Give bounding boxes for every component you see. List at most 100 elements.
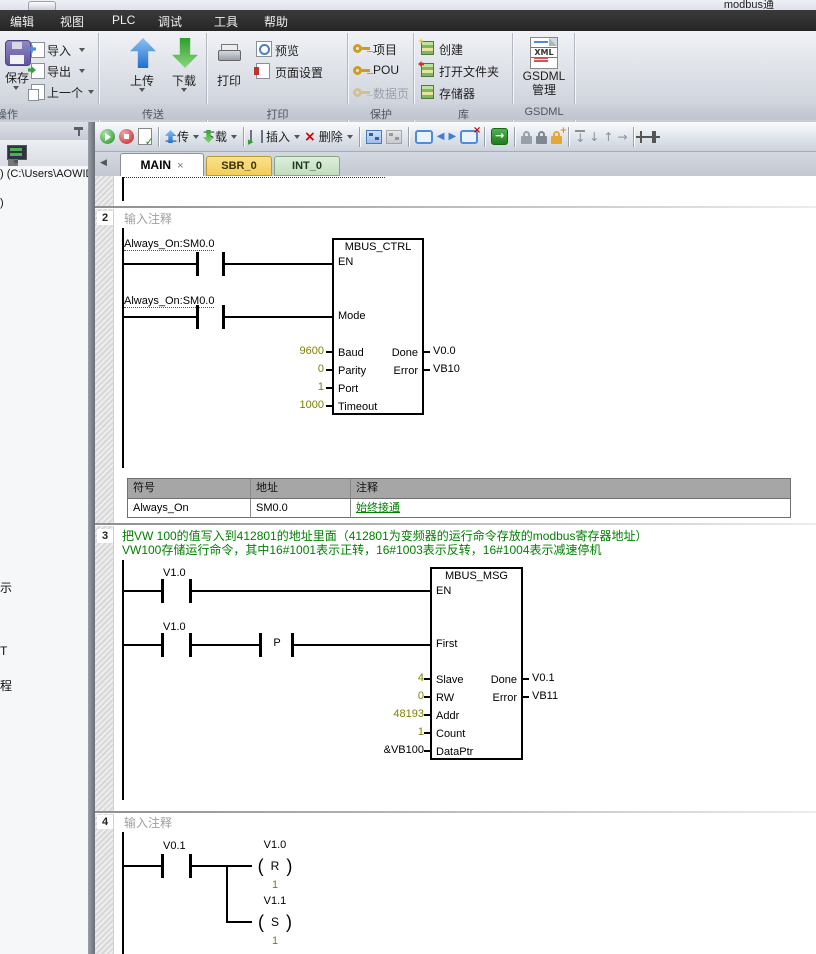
- menu-view[interactable]: 视图: [60, 13, 84, 30]
- param-value-baud[interactable]: 9600: [262, 345, 324, 357]
- menu-plc[interactable]: PLC: [112, 13, 135, 27]
- tree-item-fragment[interactable]: T: [0, 644, 7, 658]
- contact-operand[interactable]: V1.0: [163, 621, 186, 633]
- previous-dropdown-icon[interactable]: [88, 90, 94, 94]
- close-icon[interactable]: ×: [177, 160, 183, 172]
- contact-operand[interactable]: V0.1: [163, 840, 186, 852]
- memory-button[interactable]: 存储器: [439, 85, 475, 102]
- protect-pou-button[interactable]: POU: [373, 63, 399, 77]
- param-value-port[interactable]: 1: [262, 381, 324, 393]
- sidebar-splitter[interactable]: [88, 122, 95, 954]
- address-cell[interactable]: SM0.0: [251, 499, 351, 518]
- contact-operand[interactable]: V1.0: [163, 567, 186, 579]
- contact-insert-icon[interactable]: [640, 131, 656, 143]
- comment-cell[interactable]: 始终接通: [351, 499, 790, 518]
- mbus-msg-block[interactable]: MBUS_MSG EN First Slave RW Addr Count Da…: [430, 567, 523, 760]
- coil-operand[interactable]: V1.0: [252, 839, 298, 851]
- ladder-editor-canvas[interactable]: [95, 176, 816, 954]
- reset-coil[interactable]: R: [252, 855, 298, 877]
- coil-operand[interactable]: V1.1: [252, 895, 298, 907]
- tab-main[interactable]: MAIN×: [120, 153, 204, 176]
- param-value-dataptr[interactable]: &VB100: [342, 744, 424, 756]
- download-toolbar-button[interactable]: 下载: [203, 128, 237, 145]
- upload-button[interactable]: 上传: [118, 72, 166, 89]
- contact-symbol[interactable]: [161, 579, 164, 603]
- output-value-error[interactable]: VB11: [532, 690, 558, 702]
- pin-icon[interactable]: [74, 126, 83, 136]
- menu-edit[interactable]: 编辑: [10, 13, 34, 30]
- goto-icon[interactable]: [491, 128, 508, 145]
- insert-button[interactable]: 插入: [250, 128, 300, 145]
- contact-symbol[interactable]: [196, 252, 199, 276]
- network-view-alt-icon[interactable]: [386, 130, 402, 144]
- symbol-cell[interactable]: Always_On: [128, 499, 251, 518]
- output-value-done[interactable]: V0.0: [433, 345, 456, 357]
- bookmark-next-icon[interactable]: [449, 132, 457, 142]
- contact-symbol[interactable]: [196, 305, 199, 329]
- lock-add-icon[interactable]: [551, 136, 562, 144]
- download-toolbar-caret[interactable]: [231, 135, 237, 139]
- unlock-icon[interactable]: [536, 136, 547, 144]
- coil-count[interactable]: 1: [252, 935, 298, 947]
- network2-comment[interactable]: 输入注释: [124, 210, 172, 227]
- tab-int0[interactable]: INT_0: [274, 156, 340, 176]
- contact-symbol[interactable]: [161, 854, 164, 878]
- network4-number[interactable]: 4: [97, 815, 113, 829]
- menu-help[interactable]: 帮助: [264, 13, 288, 30]
- gsdml-manage-button-line2[interactable]: 管理: [514, 81, 574, 98]
- network3-comment-line2[interactable]: VW100存储运行命令，其中16#1001表示正转，16#1003表示反转，16…: [122, 541, 602, 558]
- upload-dropdown-icon[interactable]: [139, 88, 145, 92]
- delete-button[interactable]: × 删除: [304, 128, 353, 145]
- param-value-count[interactable]: 1: [342, 726, 424, 738]
- bookmark-toggle-icon[interactable]: [415, 130, 433, 144]
- lock-icon[interactable]: [521, 136, 532, 144]
- contact-operand[interactable]: Always_On:SM0.0: [124, 295, 214, 308]
- set-coil[interactable]: S: [252, 911, 298, 933]
- edge-contact-symbol[interactable]: [259, 633, 262, 657]
- page-setup-button[interactable]: 页面设置: [275, 64, 323, 81]
- project-path-item[interactable]: ) (C:\Users\AOWID: [0, 168, 88, 180]
- print-button[interactable]: 打印: [208, 72, 250, 89]
- upload-toolbar-button[interactable]: 上传: [165, 128, 199, 145]
- upload-toolbar-caret[interactable]: [193, 135, 199, 139]
- create-library-button[interactable]: 创建: [439, 41, 463, 58]
- import-dropdown-icon[interactable]: [79, 48, 85, 52]
- param-value-timeout[interactable]: 1000: [262, 399, 324, 411]
- quick-access-icon[interactable]: [28, 1, 56, 10]
- network2-number[interactable]: 2: [97, 211, 113, 225]
- export-button[interactable]: 导出: [47, 63, 71, 80]
- symbol-table-row[interactable]: Always_On SM0.0 始终接通: [128, 499, 790, 518]
- menu-debug[interactable]: 调试: [158, 13, 182, 30]
- branch-down-icon[interactable]: [575, 130, 585, 144]
- stop-icon[interactable]: [119, 129, 134, 144]
- contact-operand[interactable]: Always_On:SM0.0: [124, 238, 214, 251]
- network4-comment[interactable]: 输入注释: [124, 814, 172, 831]
- tree-item-fragment[interactable]: ): [0, 197, 4, 209]
- bookmark-clear-icon[interactable]: [460, 130, 478, 144]
- download-dropdown-icon[interactable]: [181, 88, 187, 92]
- mbus-ctrl-block[interactable]: MBUS_CTRL EN Mode Baud Parity Port Timeo…: [332, 238, 424, 415]
- coil-count[interactable]: 1: [252, 879, 298, 891]
- tree-item-fragment[interactable]: 程: [0, 677, 12, 694]
- tab-sbr0[interactable]: SBR_0: [206, 156, 272, 176]
- download-button[interactable]: 下载: [160, 72, 208, 89]
- line-down-icon[interactable]: [589, 131, 599, 143]
- line-right-icon[interactable]: [617, 131, 627, 143]
- import-button[interactable]: 导入: [47, 42, 71, 59]
- param-value-addr[interactable]: 48193: [342, 708, 424, 720]
- tree-item-fragment[interactable]: 示: [0, 579, 12, 596]
- delete-caret[interactable]: [347, 135, 353, 139]
- previous-button[interactable]: 上一个: [47, 84, 83, 101]
- save-dropdown-icon[interactable]: [13, 86, 19, 90]
- output-value-error[interactable]: VB10: [433, 363, 460, 375]
- compile-icon[interactable]: [138, 128, 152, 145]
- network-view-icon[interactable]: [366, 130, 382, 144]
- contact-symbol[interactable]: [161, 633, 164, 657]
- param-value-slave[interactable]: 4: [342, 672, 424, 684]
- protect-project-button[interactable]: 项目: [373, 41, 397, 58]
- open-folder-button[interactable]: 打开文件夹: [439, 63, 499, 80]
- output-value-done[interactable]: V0.1: [532, 672, 555, 684]
- tab-scroll-left-icon[interactable]: [100, 157, 107, 168]
- monitor-icon[interactable]: [7, 145, 27, 160]
- bookmark-previous-icon[interactable]: [437, 132, 445, 142]
